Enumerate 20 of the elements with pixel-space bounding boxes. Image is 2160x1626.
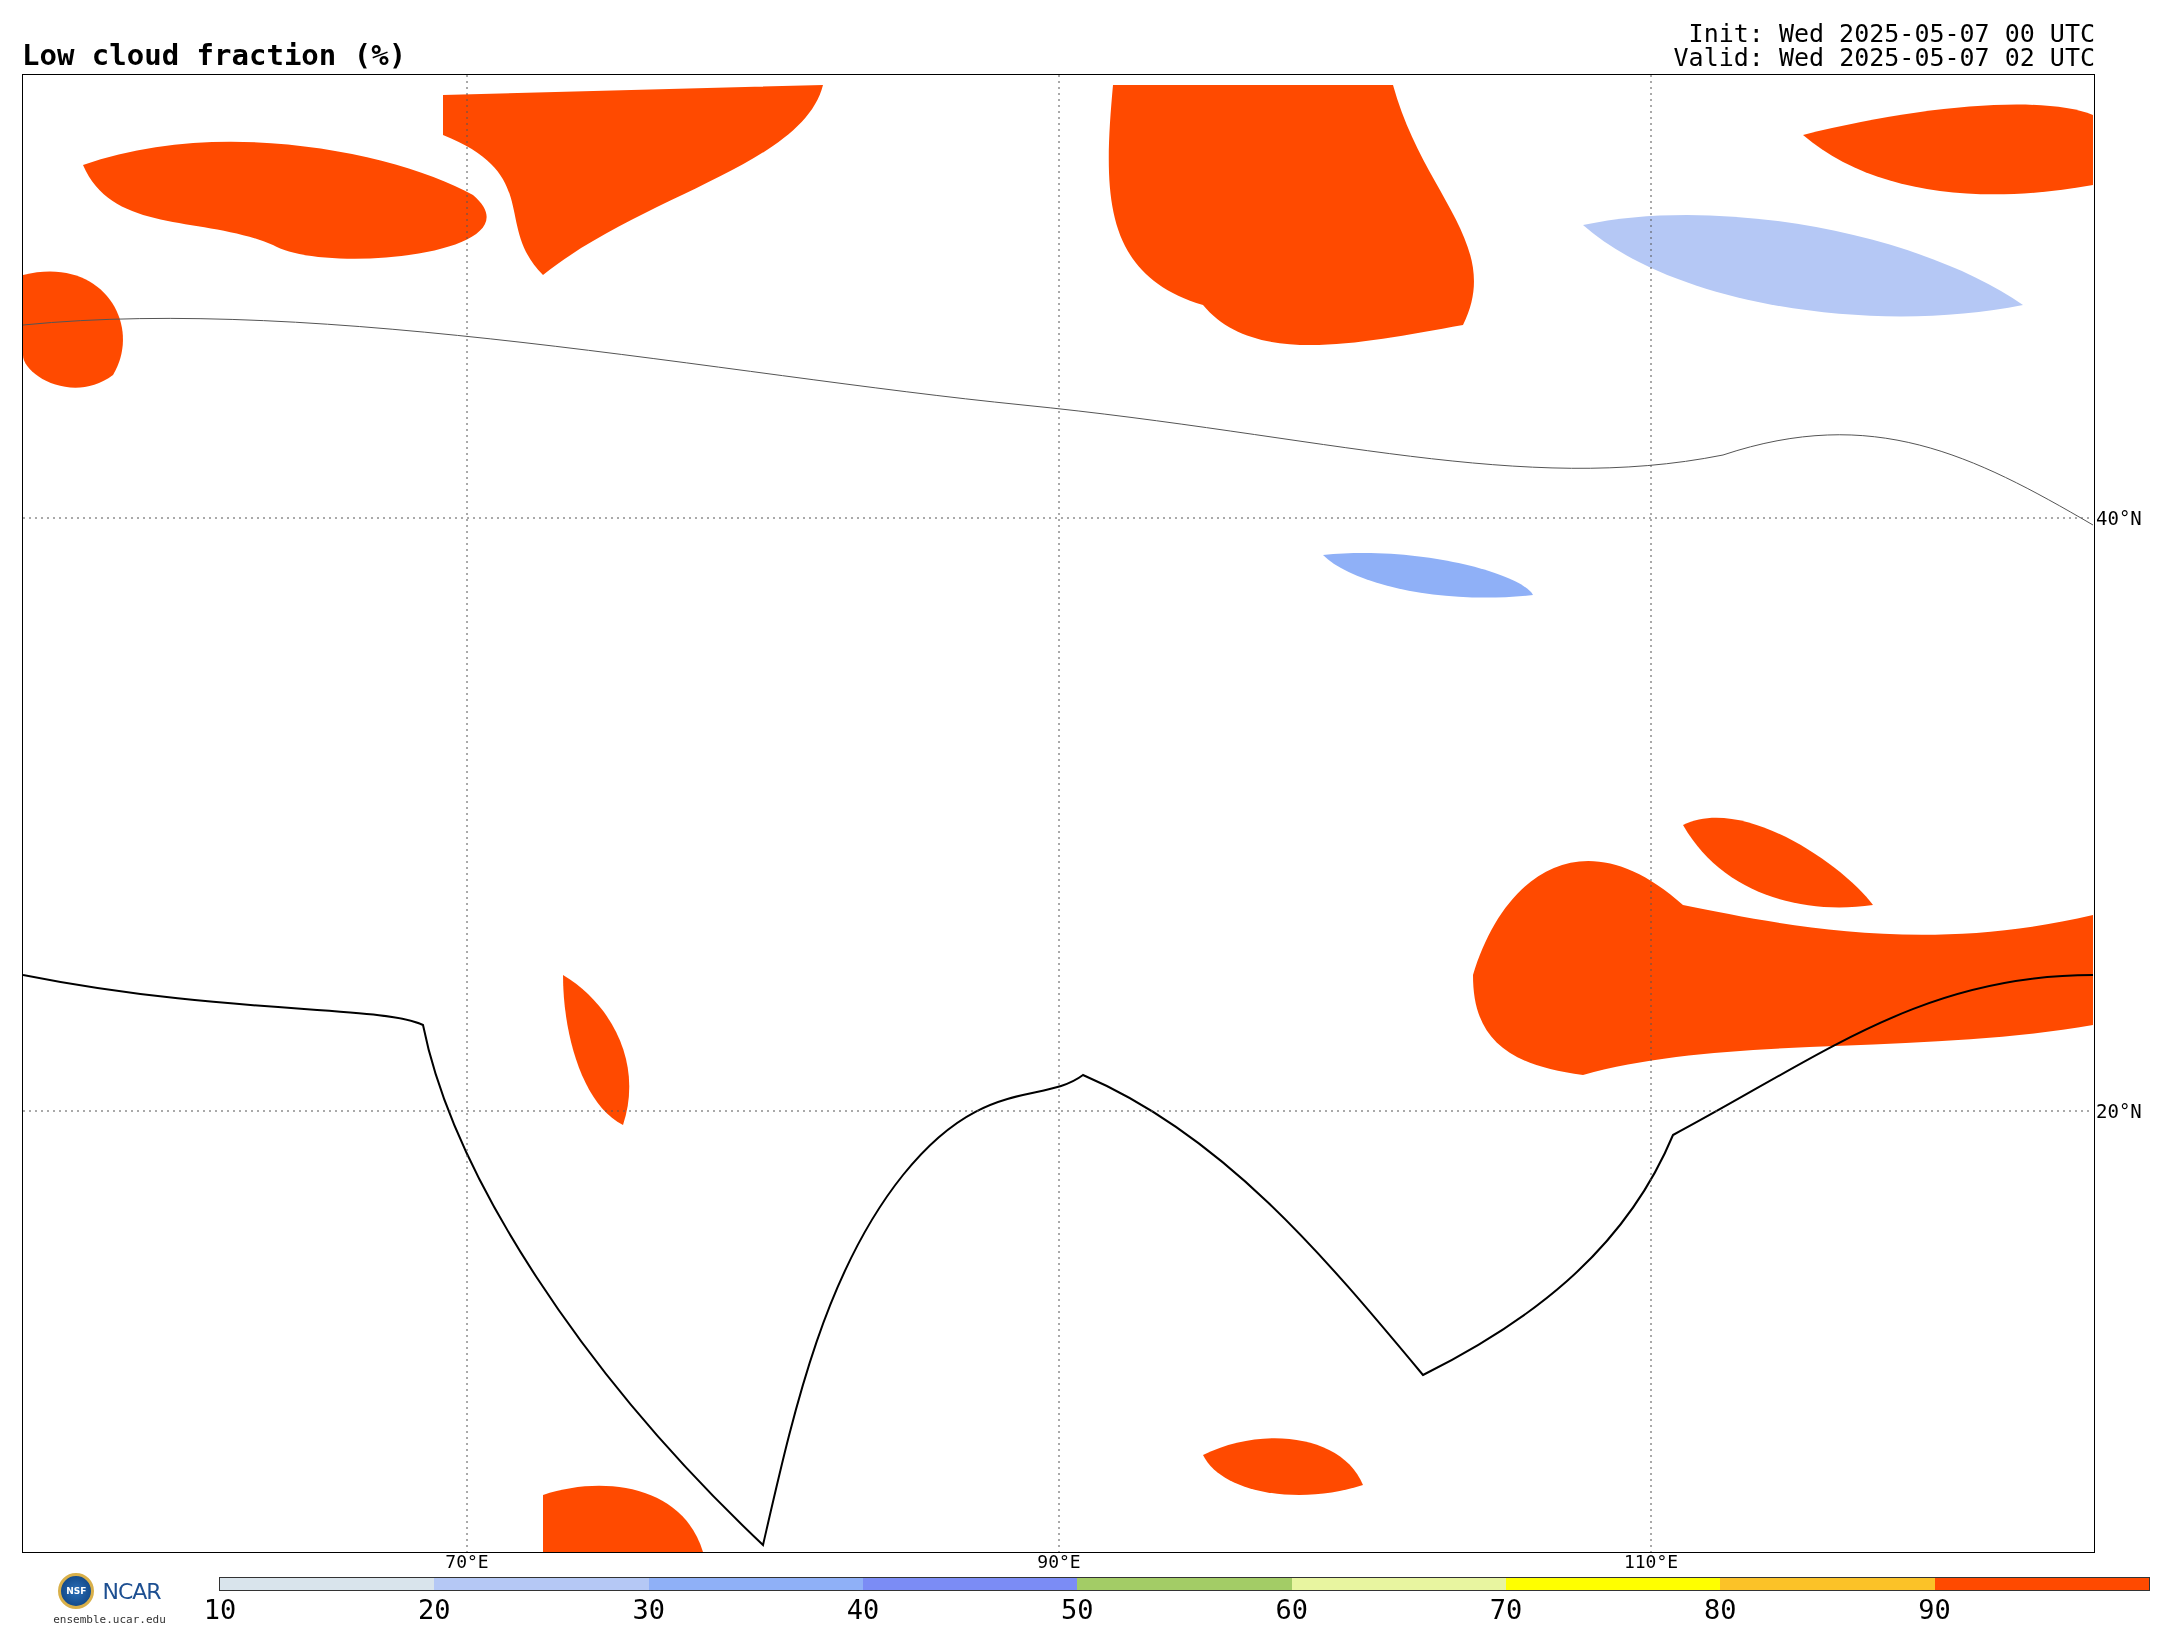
colorbar-tick-label: 30 <box>632 1594 665 1625</box>
colorbar-tick-label: 60 <box>1275 1594 1308 1625</box>
ncar-logo: NCAR <box>102 1578 161 1604</box>
colorbar-tick-label: 70 <box>1489 1594 1523 1625</box>
time-label: Valid: Wed 2025-05-07 02 UTC <box>1673 46 2095 70</box>
colorbar-tick-label: 10 <box>203 1594 237 1625</box>
longitude-label: 70°E <box>445 1552 489 1571</box>
latitude-label: 40°N <box>2096 507 2142 529</box>
chart-title: Low cloud fraction (%) <box>22 41 407 70</box>
colorbar-tick-label: 20 <box>418 1594 451 1625</box>
colorbar-tick-label: 90 <box>1918 1594 1951 1625</box>
time-label: Init: Wed 2025-05-07 00 UTC <box>1688 22 2095 46</box>
website-label: ensemble.ucar.edu <box>53 1613 166 1626</box>
longitude-label: 90°E <box>1037 1552 1081 1571</box>
nsf-logo: NSF <box>58 1573 95 1609</box>
latitude-label: 20°N <box>2096 1100 2142 1122</box>
longitude-label: 110°E <box>1623 1552 1679 1571</box>
colorbar-tick-label: 80 <box>1704 1594 1737 1625</box>
colorbar-tick-label: 50 <box>1061 1594 1094 1625</box>
colorbar-tick-label: 40 <box>846 1594 880 1625</box>
